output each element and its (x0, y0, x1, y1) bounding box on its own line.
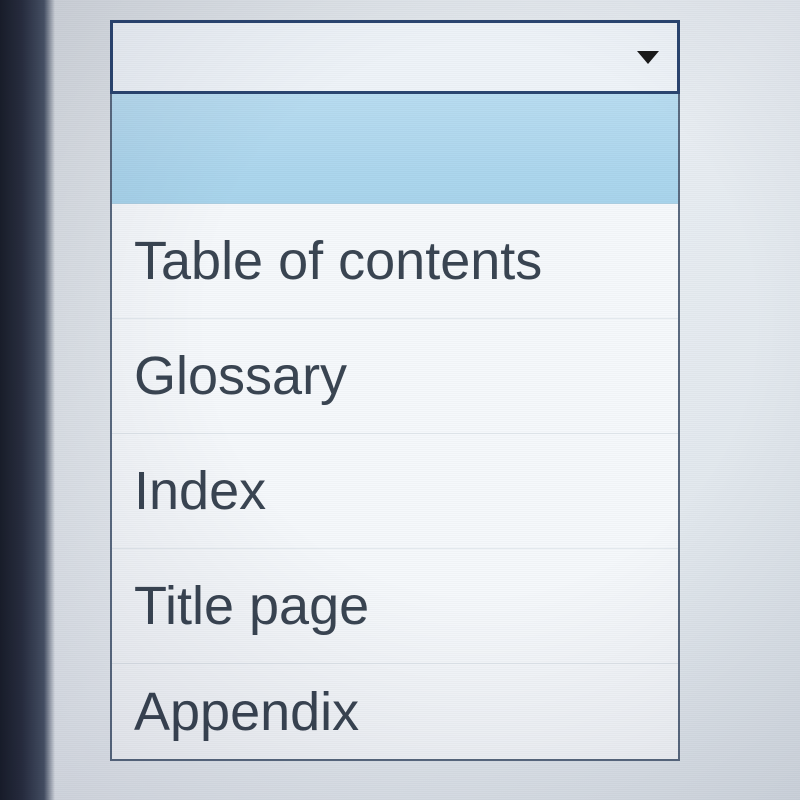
dropdown-option-table-of-contents[interactable]: Table of contents (112, 204, 678, 319)
option-label: Glossary (134, 345, 347, 407)
option-label: Index (134, 460, 266, 522)
option-label: Appendix (134, 681, 359, 743)
screen-bezel (0, 0, 55, 800)
dropdown-option-blank[interactable] (112, 94, 678, 204)
dropdown: Table of contents Glossary Index Title p… (110, 20, 680, 761)
dropdown-option-glossary[interactable]: Glossary (112, 319, 678, 434)
chevron-down-icon (637, 51, 659, 64)
dropdown-option-title-page[interactable]: Title page (112, 549, 678, 664)
dropdown-options-list: Table of contents Glossary Index Title p… (110, 94, 680, 761)
dropdown-option-appendix[interactable]: Appendix (112, 664, 678, 759)
option-label: Title page (134, 575, 369, 637)
dropdown-select-box[interactable] (110, 20, 680, 94)
dropdown-option-index[interactable]: Index (112, 434, 678, 549)
option-label: Table of contents (134, 230, 542, 292)
